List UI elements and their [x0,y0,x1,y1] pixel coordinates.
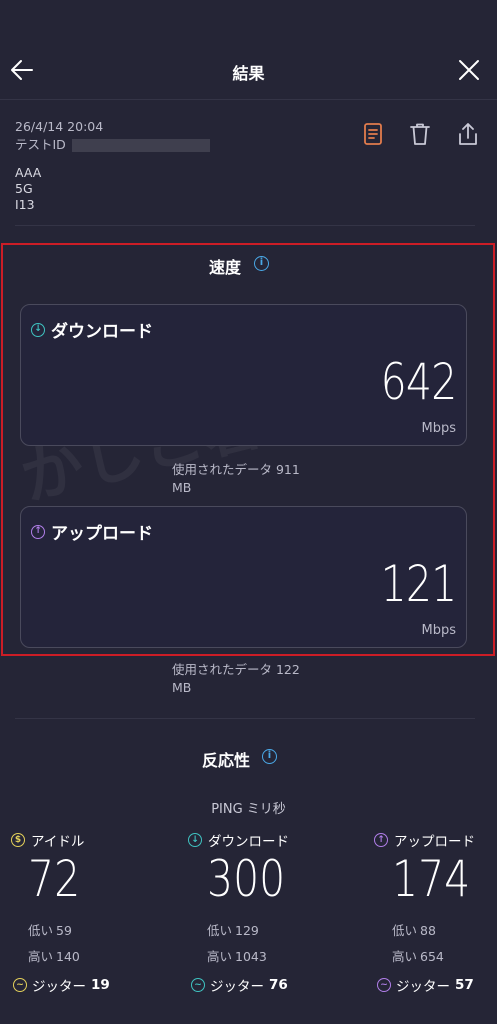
download-ping-low: 低い 129 [207,923,259,938]
upload-jitter: ~ ジッター 57 [377,975,474,995]
upload-arrow-icon: ↑ [374,833,388,847]
network-type: 5G [15,181,33,196]
download-ping-high: 高い 1043 [207,949,267,964]
download-data-used: 使用されたデータ 911 MB [172,462,300,495]
responsiveness-info-icon[interactable]: i [262,749,277,764]
idle-ping-low: 低い 59 [28,923,72,938]
redacted-test-id [71,138,210,152]
jitter-wave-icon: ~ [191,978,205,992]
idle-ping-header: $ アイドル [11,830,84,850]
carrier-name: AAA [15,165,42,180]
idle-icon: $ [11,833,25,847]
header-bar: 結果 [0,40,497,100]
upload-ping-header: ↑ アップロード [374,830,475,850]
download-ping-header: ↓ ダウンロード [188,830,289,850]
upload-card-header: ↑ アップロード [31,519,153,544]
test-id-row: テストID [15,136,210,154]
upload-ping-low: 低い 88 [392,923,436,938]
upload-speed-card: ↑ アップロード 121 Mbps [20,506,467,648]
device-name: I13 [15,197,35,212]
upload-ping-label: アップロード [394,834,475,850]
ping-unit-label: PING ミリ秒 [211,802,286,817]
delete-button[interactable] [409,122,431,146]
upload-speed-value: 121 [380,555,457,613]
idle-ping-value: 72 [28,850,81,908]
upload-label: アップロード [51,524,153,544]
download-arrow-icon: ↓ [188,833,202,847]
upload-data-used: 使用されたデータ 122 MB [172,662,300,695]
jitter-wave-icon: ~ [13,978,27,992]
share-button[interactable] [457,122,479,146]
upload-speed-unit: Mbps [421,623,457,638]
download-label: ダウンロード [51,322,153,342]
upload-ping-value: 174 [392,850,471,908]
test-datetime: 26/4/14 20:04 [15,119,104,134]
idle-jitter: ~ ジッター 19 [13,975,110,995]
download-ping-label: ダウンロード [208,834,289,850]
upload-arrow-icon: ↑ [31,524,45,539]
idle-ping-high: 高い 140 [28,949,80,964]
report-icon [364,123,382,145]
download-speed-value: 642 [380,353,457,411]
divider [15,225,475,226]
download-speed-unit: Mbps [421,421,457,436]
page-title: 結果 [232,64,265,83]
connection-info: AAA 5G I13 [15,165,41,213]
responsiveness-section-title: 反応性 [202,751,251,770]
download-jitter: ~ ジッター 76 [191,975,288,995]
close-button[interactable] [455,56,483,84]
report-button[interactable] [362,122,384,146]
download-speed-card: ↓ ダウンロード 642 Mbps [20,304,467,446]
trash-icon [410,123,430,145]
test-id-label: テストID [15,137,66,152]
divider [15,718,475,719]
download-card-header: ↓ ダウンロード [31,317,153,342]
upload-ping-high: 高い 654 [392,949,444,964]
download-arrow-icon: ↓ [31,322,45,337]
speed-section-title: 速度 [209,258,242,277]
test-meta: 26/4/14 20:04 テストID [15,118,210,154]
speed-info-icon[interactable]: i [254,256,269,271]
idle-label: アイドル [31,834,85,850]
share-icon [459,123,477,145]
jitter-wave-icon: ~ [377,978,391,992]
download-ping-value: 300 [207,850,286,908]
close-icon [459,60,479,80]
